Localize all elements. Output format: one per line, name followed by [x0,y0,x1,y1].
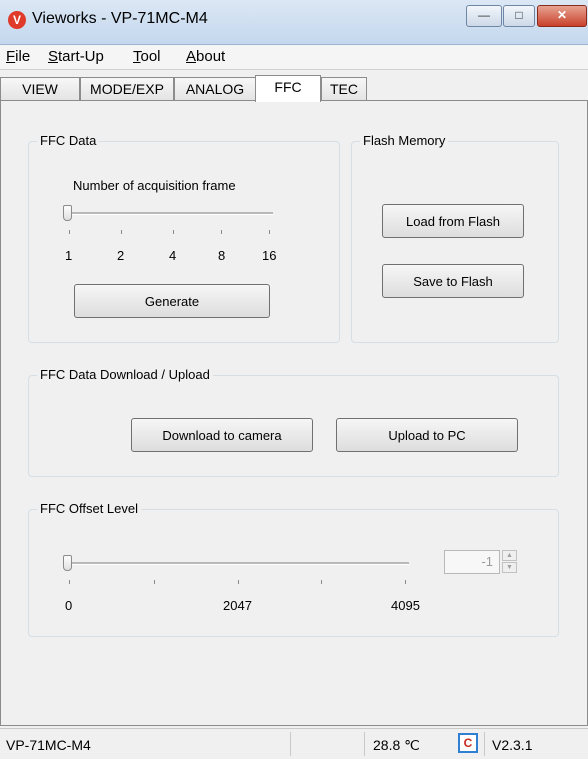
tick-label: 8 [218,248,226,263]
download-upload-group: FFC Data Download / Upload Download to c… [28,367,559,477]
menu-file[interactable]: File [6,48,30,65]
menu-start-up[interactable]: Start-Up [48,48,104,65]
menu-about[interactable]: About [186,48,225,65]
tick-mark [69,580,70,584]
acquisition-slider-track[interactable] [65,212,273,215]
offset-slider-thumb[interactable] [63,555,72,571]
status-version: V2.3.1 [492,737,533,753]
offset-slider-track[interactable] [65,562,409,565]
status-temperature: 28.8 ℃ [373,737,420,753]
ffc-offset-group: FFC Offset Level 0 2047 4095 -1 ▲ ▼ [28,501,559,637]
flash-memory-title: Flash Memory [360,133,449,148]
flash-memory-group: Flash Memory Load from Flash Save to Fla… [351,133,559,343]
tab-ffc[interactable]: FFC [255,75,321,102]
tick-label: 2 [117,248,125,263]
menu-bar: File Start-Up Tool About [0,45,588,70]
download-upload-title: FFC Data Download / Upload [37,367,213,382]
chevron-down-icon: ▼ [506,564,513,571]
ffc-offset-title: FFC Offset Level [37,501,142,516]
status-divider [290,732,291,756]
app-logo-icon: V [8,11,26,29]
title-bar: V Vieworks - VP-71MC-M4 — □ ✕ [0,0,588,45]
tick-mark [269,230,270,234]
spin-up-button[interactable]: ▲ [502,550,517,561]
tab-view[interactable]: VIEW [0,77,80,101]
tick-label: 0 [65,598,73,613]
generate-button[interactable]: Generate [74,284,270,318]
tick-mark [154,580,155,584]
tick-label: 2047 [223,598,252,613]
chevron-up-icon: ▲ [506,552,513,559]
upload-to-pc-button[interactable]: Upload to PC [336,418,518,452]
window-title: Vieworks - VP-71MC-M4 [32,10,208,27]
spin-down-button[interactable]: ▼ [502,562,517,573]
tab-mode-exp[interactable]: MODE/EXP [80,77,174,101]
tick-mark [173,230,174,234]
offset-value-input[interactable]: -1 [444,550,500,574]
tab-tec[interactable]: TEC [321,77,367,101]
minimize-icon: — [478,8,490,22]
tab-analog[interactable]: ANALOG [174,77,256,101]
tick-label: 4095 [391,598,420,613]
close-icon: ✕ [556,8,568,22]
thermometer-icon: C [458,733,478,753]
load-from-flash-button[interactable]: Load from Flash [382,204,524,238]
tick-mark [405,580,406,584]
tick-label: 16 [262,248,277,263]
download-to-camera-button[interactable]: Download to camera [131,418,313,452]
tick-label: 1 [65,248,73,263]
acquisition-slider-thumb[interactable] [63,205,72,221]
tick-mark [121,230,122,234]
minimize-button[interactable]: — [466,5,502,27]
tick-label: 4 [169,248,177,263]
status-divider [484,732,485,756]
close-button[interactable]: ✕ [537,5,587,27]
ffc-panel: FFC Data Number of acquisition frame 1 2… [0,100,588,726]
tick-mark [321,580,322,584]
acquisition-frame-label: Number of acquisition frame [73,178,236,193]
tab-strip: VIEW MODE/EXP ANALOG FFC TEC [0,75,588,102]
menu-tool[interactable]: Tool [133,48,161,65]
ffc-data-title: FFC Data [37,133,100,148]
maximize-icon: □ [515,8,523,22]
ffc-data-group: FFC Data Number of acquisition frame 1 2… [28,133,340,343]
status-bar: VP-71MC-M4 28.8 ℃ C V2.3.1 [0,728,588,759]
tick-mark [69,230,70,234]
maximize-button[interactable]: □ [503,5,535,27]
tick-mark [238,580,239,584]
status-model: VP-71MC-M4 [6,737,91,753]
save-to-flash-button[interactable]: Save to Flash [382,264,524,298]
status-divider [364,732,365,756]
tick-mark [221,230,222,234]
